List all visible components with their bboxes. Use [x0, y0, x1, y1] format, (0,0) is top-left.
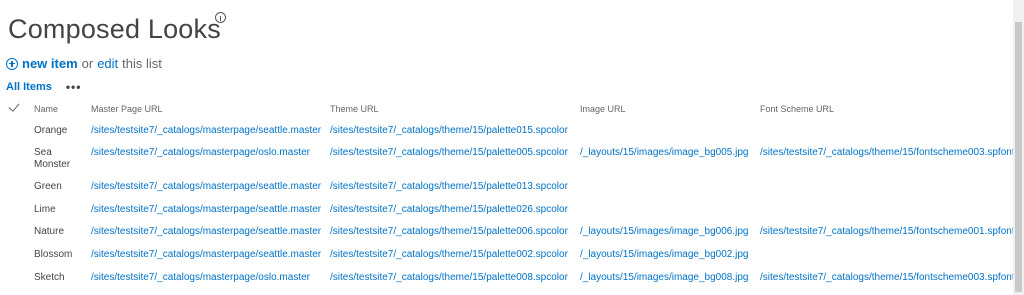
- row-name[interactable]: Nature: [34, 226, 64, 238]
- view-tab-all-items[interactable]: All Items: [6, 81, 52, 93]
- edit-link[interactable]: edit: [97, 56, 118, 71]
- this-list-text: this list: [122, 56, 162, 71]
- scrollbar-thumb[interactable]: [1015, 22, 1022, 292]
- theme-url-link[interactable]: /sites/testsite7/_catalogs/theme/15/pale…: [330, 226, 568, 238]
- plus-circle-icon[interactable]: [6, 57, 18, 70]
- image-url-link[interactable]: /_layouts/15/images/image_bg006.jpg: [580, 226, 748, 238]
- more-options-icon[interactable]: •••: [66, 80, 82, 94]
- row-name[interactable]: Green: [34, 181, 62, 193]
- font-scheme-url-link[interactable]: /sites/testsite7/_catalogs/theme/15/font…: [760, 147, 1015, 159]
- new-item-link[interactable]: new item: [22, 56, 78, 71]
- image-url-header[interactable]: Image URL: [580, 104, 626, 114]
- image-url-link[interactable]: /_layouts/15/images/image_bg005.jpg: [580, 147, 748, 159]
- font-scheme-url-link[interactable]: /sites/testsite7/_catalogs/theme/15/font…: [760, 272, 1015, 284]
- page-title: Composed Looks: [8, 14, 221, 45]
- theme-url-link[interactable]: /sites/testsite7/_catalogs/theme/15/pale…: [330, 125, 568, 137]
- row-name[interactable]: Orange: [34, 125, 67, 137]
- row-name[interactable]: Monster: [34, 159, 70, 171]
- master-page-url-link[interactable]: /sites/testsite7/_catalogs/masterpage/se…: [91, 226, 321, 238]
- select-all-checkmark-icon[interactable]: [8, 100, 20, 112]
- master-page-url-link[interactable]: /sites/testsite7/_catalogs/masterpage/se…: [91, 249, 321, 261]
- view-selector: All Items •••: [6, 80, 81, 94]
- or-text: or: [81, 56, 94, 71]
- theme-url-link[interactable]: /sites/testsite7/_catalogs/theme/15/pale…: [330, 204, 568, 216]
- row-name[interactable]: Sea: [34, 147, 52, 159]
- row-name[interactable]: Lime: [34, 204, 56, 216]
- row-name[interactable]: Blossom: [34, 249, 72, 261]
- theme-url-link[interactable]: /sites/testsite7/_catalogs/theme/15/pale…: [330, 181, 568, 193]
- theme-url-link[interactable]: /sites/testsite7/_catalogs/theme/15/pale…: [330, 272, 568, 284]
- image-url-link[interactable]: /_layouts/15/images/image_bg002.jpg: [580, 249, 748, 261]
- theme-url-header[interactable]: Theme URL: [330, 104, 379, 114]
- theme-url-link[interactable]: /sites/testsite7/_catalogs/theme/15/pale…: [330, 147, 568, 159]
- font-scheme-url-header[interactable]: Font Scheme URL: [760, 104, 834, 114]
- font-scheme-url-link[interactable]: /sites/testsite7/_catalogs/theme/15/font…: [760, 226, 1015, 238]
- name-header[interactable]: Name: [34, 104, 58, 114]
- image-url-link[interactable]: /_layouts/15/images/image_bg008.jpg: [580, 272, 748, 284]
- master-page-url-link[interactable]: /sites/testsite7/_catalogs/masterpage/os…: [91, 272, 310, 284]
- master-page-url-link[interactable]: /sites/testsite7/_catalogs/masterpage/se…: [91, 181, 321, 193]
- row-name[interactable]: Sketch: [34, 272, 65, 284]
- vertical-scrollbar[interactable]: [1013, 0, 1024, 295]
- master-page-url-link[interactable]: /sites/testsite7/_catalogs/masterpage/os…: [91, 147, 310, 159]
- info-icon[interactable]: [215, 12, 226, 23]
- master-page-url-header[interactable]: Master Page URL: [91, 104, 163, 114]
- theme-url-link[interactable]: /sites/testsite7/_catalogs/theme/15/pale…: [330, 249, 568, 261]
- master-page-url-link[interactable]: /sites/testsite7/_catalogs/masterpage/se…: [91, 125, 321, 137]
- new-item-bar: new item or edit this list: [6, 56, 166, 71]
- master-page-url-link[interactable]: /sites/testsite7/_catalogs/masterpage/se…: [91, 204, 321, 216]
